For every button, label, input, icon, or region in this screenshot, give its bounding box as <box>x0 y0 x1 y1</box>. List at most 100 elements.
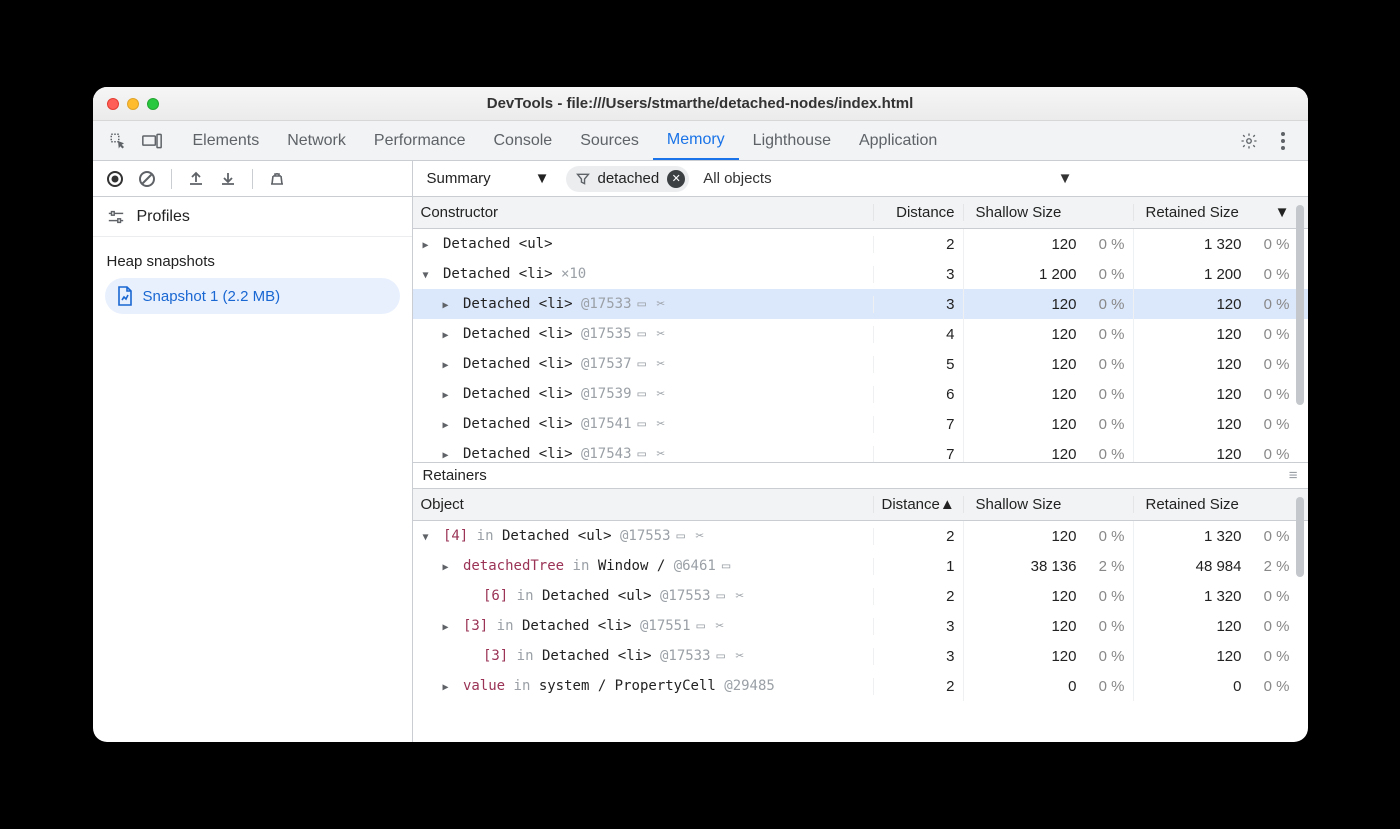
scrollbar[interactable] <box>1296 205 1304 405</box>
expand-toggle-icon[interactable]: ▶ <box>443 450 455 461</box>
expand-toggle-icon[interactable]: ▶ <box>423 240 435 251</box>
header-retained[interactable]: Retained Size ▼ <box>1133 204 1308 221</box>
retainers-body[interactable]: ▼ [4] in Detached <ul> @17553▭ ✂21200 %1… <box>413 521 1308 742</box>
more-menu-icon[interactable] <box>1268 126 1298 156</box>
retainer-row[interactable]: ▶ [3] in Detached <li> @17551▭ ✂31200 %1… <box>413 611 1308 641</box>
tab-application[interactable]: Application <box>845 121 951 160</box>
retainer-row[interactable]: [3] in Detached <li> @17533▭ ✂31200 %120… <box>413 641 1308 671</box>
drag-handle-icon[interactable]: ≡ <box>1289 467 1298 484</box>
element-icon: ▭ ✂ <box>697 618 725 634</box>
retained-cell: 1200 % <box>1133 641 1308 671</box>
tab-elements[interactable]: Elements <box>179 121 274 160</box>
clear-button[interactable] <box>133 165 161 193</box>
constructor-row[interactable]: ▶ Detached <li> @17541▭ ✂71200 %1200 % <box>413 409 1308 439</box>
memory-body: Profiles Heap snapshots Snapshot 1 (2.2 … <box>93 197 1308 742</box>
constructor-row[interactable]: ▶ Detached <li> @17537▭ ✂51200 %1200 % <box>413 349 1308 379</box>
constructors-header: Constructor Distance Shallow Size Retain… <box>413 197 1308 229</box>
constructors-body[interactable]: ▶ Detached <ul>21200 %1 3200 %▼ Detached… <box>413 229 1308 462</box>
devtools-window: DevTools - file:///Users/stmarthe/detach… <box>93 87 1308 742</box>
expand-toggle-icon[interactable]: ▶ <box>443 682 455 693</box>
expand-toggle-icon[interactable]: ▶ <box>443 360 455 371</box>
sort-asc-icon: ▲ <box>940 496 955 513</box>
filter-text: detached <box>598 170 660 187</box>
snapshot-file-icon <box>117 286 133 306</box>
retainer-row[interactable]: ▶ detachedTree in Window / @6461▭138 136… <box>413 551 1308 581</box>
settings-icon[interactable] <box>1234 126 1264 156</box>
expand-toggle-icon[interactable]: ▶ <box>443 330 455 341</box>
retainer-row[interactable]: [6] in Detached <ul> @17553▭ ✂21200 %1 3… <box>413 581 1308 611</box>
element-icon: ▭ ✂ <box>638 416 666 432</box>
distance-cell: 2 <box>873 528 963 545</box>
record-button[interactable] <box>101 165 129 193</box>
retainer-object: Detached <li> <box>522 618 632 634</box>
constructor-row[interactable]: ▼ Detached <li> ×1031 2000 %1 2000 % <box>413 259 1308 289</box>
shallow-cell: 1200 % <box>963 409 1133 439</box>
shallow-cell: 1200 % <box>963 521 1133 551</box>
constructor-row[interactable]: ▶ Detached <li> @17535▭ ✂41200 %1200 % <box>413 319 1308 349</box>
element-icon: ▭ ✂ <box>638 326 666 342</box>
header-distance[interactable]: Distance <box>873 204 963 221</box>
retainer-row[interactable]: ▼ [4] in Detached <ul> @17553▭ ✂21200 %1… <box>413 521 1308 551</box>
expand-toggle-icon[interactable]: ▶ <box>443 622 455 633</box>
tab-sources[interactable]: Sources <box>566 121 653 160</box>
object-id: @17551 <box>640 618 691 634</box>
distance-cell: 5 <box>873 356 963 373</box>
constructor-row[interactable]: ▶ Detached <li> @17533▭ ✂31200 %1200 % <box>413 289 1308 319</box>
retained-cell: 1200 % <box>1133 611 1308 641</box>
object-id: @17533 <box>581 296 632 312</box>
view-mode-select[interactable]: Summary ▼ <box>421 167 556 191</box>
tab-lighthouse[interactable]: Lighthouse <box>739 121 845 160</box>
heap-snapshots-header: Heap snapshots <box>93 237 412 278</box>
constructor-row[interactable]: ▶ Detached <ul>21200 %1 3200 % <box>413 229 1308 259</box>
expand-toggle-icon[interactable]: ▶ <box>443 420 455 431</box>
header-retained[interactable]: Retained Size <box>1133 496 1308 513</box>
tab-performance[interactable]: Performance <box>360 121 480 160</box>
expand-toggle-icon[interactable]: ▶ <box>443 390 455 401</box>
property-name: [4] <box>443 528 468 544</box>
profiles-header: Profiles <box>93 197 412 237</box>
retained-cell: 00 % <box>1133 671 1308 701</box>
constructor-row[interactable]: ▶ Detached <li> @17543▭ ✂71200 %1200 % <box>413 439 1308 462</box>
scrollbar[interactable] <box>1296 497 1304 577</box>
retainer-row[interactable]: ▶ value in system / PropertyCell @294852… <box>413 671 1308 701</box>
element-icon: ▭ ✂ <box>717 648 745 664</box>
tab-memory[interactable]: Memory <box>653 121 739 160</box>
tab-network[interactable]: Network <box>273 121 360 160</box>
expand-toggle-icon[interactable]: ▼ <box>423 532 435 543</box>
device-toggle-icon[interactable] <box>137 126 167 156</box>
expand-toggle-icon[interactable]: ▶ <box>443 300 455 311</box>
object-id: @17539 <box>581 386 632 402</box>
distance-cell: 7 <box>873 446 963 463</box>
distance-cell: 2 <box>873 588 963 605</box>
constructor-row[interactable]: ▶ Detached <li> @17539▭ ✂61200 %1200 % <box>413 379 1308 409</box>
sort-desc-icon: ▼ <box>1275 204 1290 221</box>
shallow-cell: 1200 % <box>963 289 1133 319</box>
load-profile-button[interactable] <box>182 165 210 193</box>
header-constructor[interactable]: Constructor <box>413 204 873 221</box>
clear-filter-icon[interactable]: ✕ <box>667 170 685 188</box>
expand-toggle-icon[interactable]: ▶ <box>443 562 455 573</box>
element-icon: ▭ ✂ <box>638 356 666 372</box>
expand-toggle-icon[interactable]: ▼ <box>423 270 435 281</box>
header-object[interactable]: Object <box>413 496 873 513</box>
tab-console[interactable]: Console <box>479 121 566 160</box>
view-mode-label: Summary <box>427 170 491 187</box>
collect-garbage-button[interactable] <box>263 165 291 193</box>
class-filter-input[interactable]: detached ✕ <box>566 166 690 192</box>
save-profile-button[interactable] <box>214 165 242 193</box>
retained-cell: 1200 % <box>1133 409 1308 439</box>
retained-cell: 1200 % <box>1133 349 1308 379</box>
objects-scope-select[interactable]: All objects ▼ <box>703 170 1072 187</box>
shallow-cell: 1200 % <box>963 611 1133 641</box>
constructor-name: Detached <li> <box>463 296 573 312</box>
retainers-title: Retainers ≡ <box>413 463 1308 489</box>
header-shallow[interactable]: Shallow Size <box>963 204 1133 221</box>
header-distance[interactable]: Distance▲ <box>873 496 963 513</box>
header-shallow[interactable]: Shallow Size <box>963 496 1133 513</box>
chevron-down-icon: ▼ <box>1058 170 1073 187</box>
distance-cell: 2 <box>873 678 963 695</box>
object-id: @17543 <box>581 446 632 462</box>
shallow-cell: 1200 % <box>963 349 1133 379</box>
snapshot-item[interactable]: Snapshot 1 (2.2 MB) <box>105 278 400 314</box>
inspect-icon[interactable] <box>103 126 133 156</box>
